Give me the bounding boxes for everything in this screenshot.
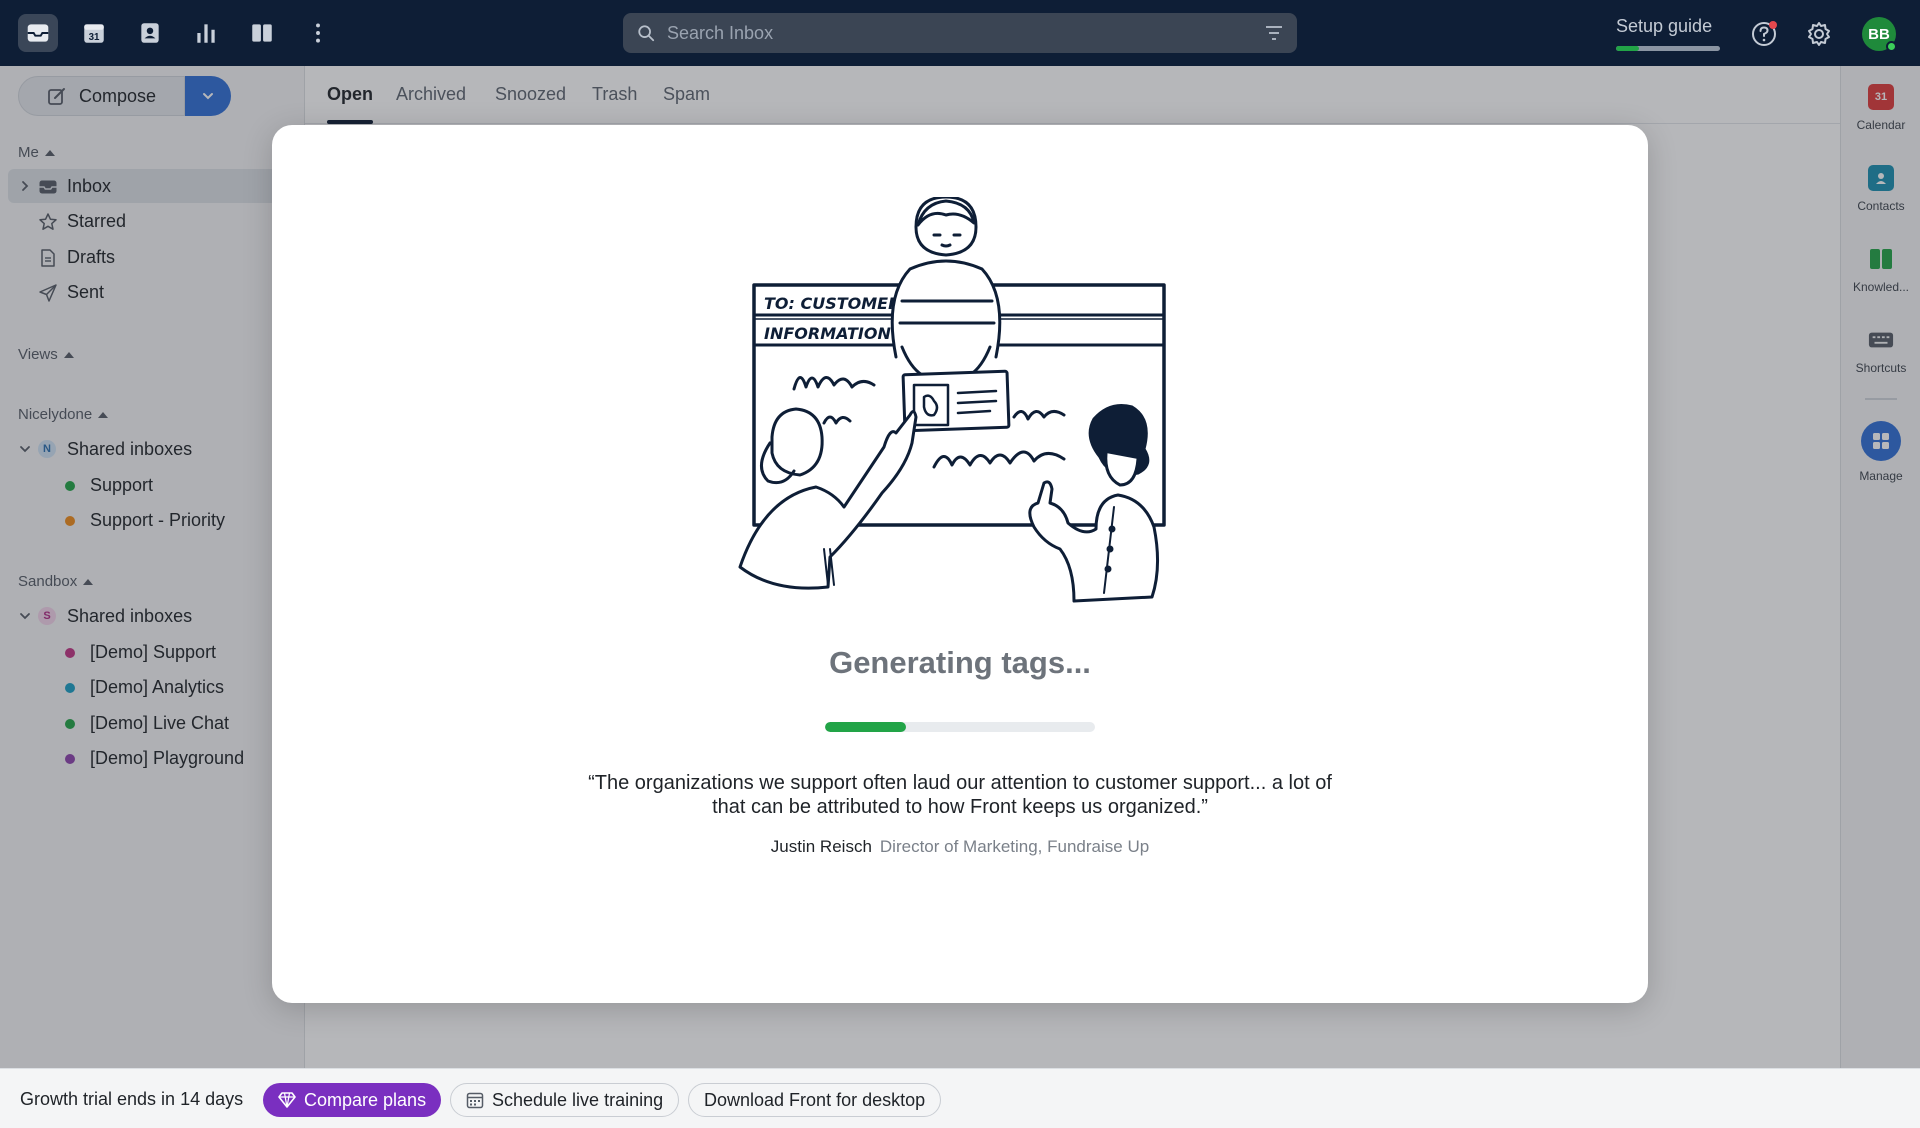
customer-information-illustration: TO: CUSTOMER INFORMATION <box>738 197 1166 603</box>
help-icon[interactable] <box>1750 20 1778 48</box>
contacts-icon[interactable] <box>130 14 170 52</box>
illustration-text-to-customer: TO: CUSTOMER <box>764 294 900 313</box>
knowledge-base-icon[interactable] <box>242 14 282 52</box>
testimonial-quote: “The organizations we support often laud… <box>588 772 1332 818</box>
compare-plans-button[interactable]: Compare plans <box>263 1083 442 1117</box>
diamond-icon <box>278 1092 296 1108</box>
search-input[interactable] <box>667 13 1227 53</box>
testimonial-author: Justin Reisch <box>770 837 872 856</box>
download-desktop-label: Download Front for desktop <box>704 1089 926 1110</box>
download-desktop-button[interactable]: Download Front for desktop <box>688 1083 942 1117</box>
calendar-icon <box>466 1092 484 1109</box>
search-bar <box>623 13 1297 53</box>
trial-status-text: Growth trial ends in 14 days <box>20 1089 244 1109</box>
illustration-text-information: INFORMATION <box>764 324 891 343</box>
top-bar: 31 Setup guide BB <box>0 0 1920 66</box>
schedule-training-button[interactable]: Schedule live training <box>450 1083 680 1117</box>
inbox-icon[interactable] <box>18 14 58 52</box>
generating-tags-modal: TO: CUSTOMER INFORMATION Generating tags… <box>272 125 1648 1003</box>
avatar-initials: BB <box>1868 25 1890 43</box>
setup-guide-label: Setup guide <box>1616 16 1713 36</box>
tag-generation-progress-fill <box>825 722 906 732</box>
modal-title: Generating tags... <box>829 645 1091 680</box>
more-icon[interactable] <box>298 14 338 52</box>
calendar-icon[interactable]: 31 <box>74 14 114 52</box>
setup-guide[interactable]: Setup guide <box>1616 16 1720 51</box>
svg-text:31: 31 <box>89 32 100 43</box>
online-status-dot <box>1886 41 1897 52</box>
schedule-training-label: Schedule live training <box>492 1089 664 1110</box>
gear-icon[interactable] <box>1805 20 1833 48</box>
setup-guide-progress <box>1616 46 1720 51</box>
analytics-icon[interactable] <box>186 14 226 52</box>
setup-guide-progress-fill <box>1616 46 1639 51</box>
testimonial-role: Director of Marketing, Fundraise Up <box>879 837 1150 856</box>
testimonial-attribution: Justin Reisch Director of Marketing, Fund… <box>272 837 1648 857</box>
user-avatar[interactable]: BB <box>1862 17 1897 52</box>
bottom-bar: Growth trial ends in 14 days Compare pla… <box>0 1068 1920 1128</box>
compare-plans-label: Compare plans <box>304 1089 427 1110</box>
search-icon <box>638 25 655 42</box>
tag-generation-progress <box>825 722 1095 732</box>
filter-icon[interactable] <box>1265 25 1283 41</box>
